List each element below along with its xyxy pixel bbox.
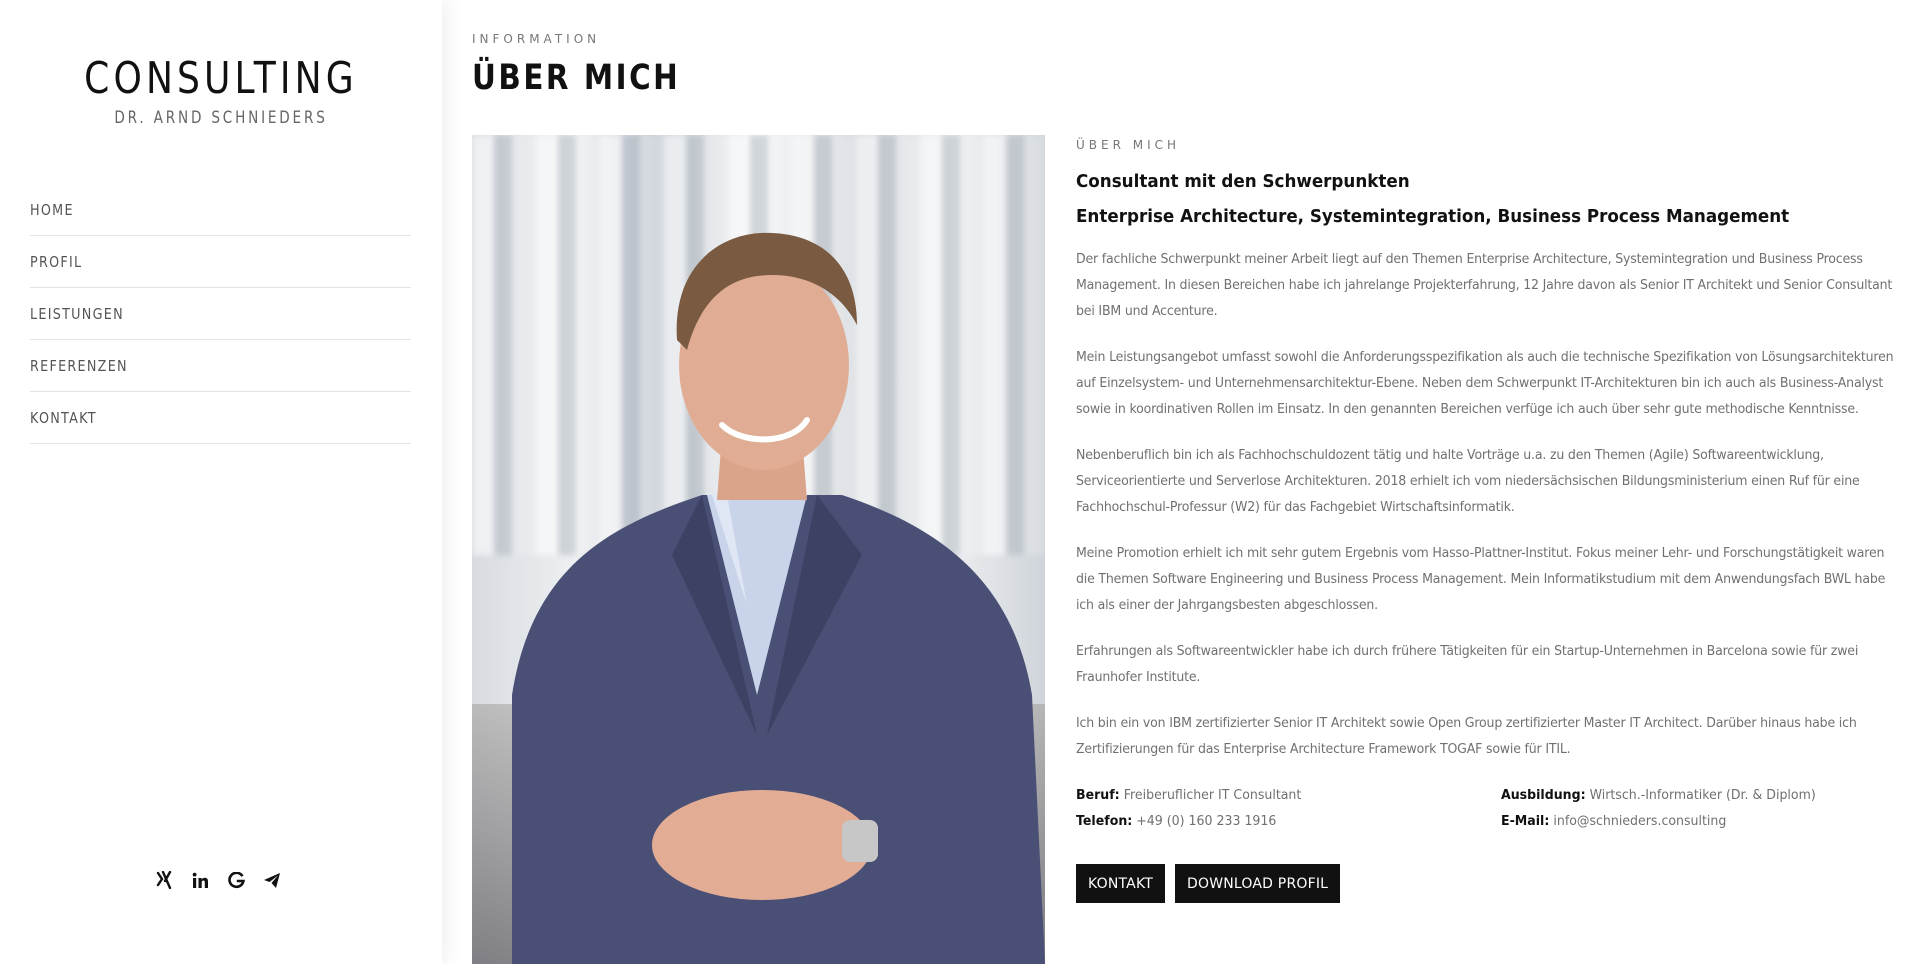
paragraph: Erfahrungen als Softwareentwickler habe …: [1076, 643, 1859, 685]
nav-item-referenzen[interactable]: REFERENZEN: [30, 340, 411, 392]
nav-item-home[interactable]: HOME: [30, 184, 411, 236]
headline-line-2: Enterprise Architecture, Systemintegrati…: [1076, 206, 1790, 227]
fact-beruf: Beruf: Freiberuflicher IT Consultant: [1076, 782, 1471, 808]
nav-item-kontakt[interactable]: KONTAKT: [30, 392, 411, 444]
main-nav: HOME PROFIL LEISTUNGEN REFERENZEN KONTAK…: [30, 184, 411, 444]
paragraph: Meine Promotion erhielt ich mit sehr gut…: [1076, 545, 1886, 613]
fact-value: Wirtsch.-Informatiker (Dr. & Diplom): [1589, 787, 1816, 803]
nav-item-label[interactable]: REFERENZEN: [30, 357, 128, 375]
paragraph: Mein Leistungsangebot umfasst sowohl die…: [1076, 349, 1894, 417]
linkedin-icon[interactable]: [190, 870, 210, 890]
nav-item-label[interactable]: HOME: [30, 201, 74, 219]
nav-item-profil[interactable]: PROFIL: [30, 236, 411, 288]
action-buttons: KONTAKT DOWNLOAD PROFIL: [1076, 864, 1896, 903]
about-paragraphs: Der fachliche Schwerpunkt meiner Arbeit …: [1076, 246, 1896, 762]
about-content: ÜBER MICH Consultant mit den Schwerpunkt…: [1076, 138, 1896, 903]
xing-icon[interactable]: [154, 870, 174, 890]
sidebar: CONSULTING DR. ARND SCHNIEDERS HOME PROF…: [0, 0, 442, 964]
kontakt-button[interactable]: KONTAKT: [1076, 864, 1165, 903]
about-eyebrow: ÜBER MICH: [1076, 138, 1181, 152]
paragraph: Der fachliche Schwerpunkt meiner Arbeit …: [1076, 251, 1893, 319]
paragraph: Nebenberuflich bin ich als Fachhochschul…: [1076, 447, 1860, 515]
google-icon[interactable]: [226, 870, 246, 890]
fact-label: E-Mail:: [1501, 813, 1550, 829]
logo-title: CONSULTING: [84, 53, 358, 104]
paragraph: Ich bin ein von IBM zertifizierter Senio…: [1076, 715, 1857, 757]
fact-value: Freiberuflicher IT Consultant: [1123, 787, 1302, 803]
fact-label: Beruf:: [1076, 787, 1120, 803]
social-links: [154, 870, 282, 890]
paper-plane-icon[interactable]: [262, 870, 282, 890]
logo-subtitle: DR. ARND SCHNIEDERS: [114, 108, 328, 128]
portrait-photo: [472, 135, 1045, 964]
download-profil-button[interactable]: DOWNLOAD PROFIL: [1175, 864, 1341, 903]
fact-email: E-Mail: info@schnieders.consulting: [1501, 808, 1892, 834]
headline-line-1: Consultant mit den Schwerpunkten: [1076, 171, 1410, 192]
fact-label: Telefon:: [1076, 813, 1133, 829]
profile-facts: Beruf: Freiberuflicher IT Consultant Aus…: [1076, 782, 1896, 834]
main-content: INFORMATION ÜBER MICH ÜBER MICH Consulta…: [472, 0, 1919, 964]
email-link[interactable]: info@schnieders.consulting: [1553, 813, 1726, 829]
nav-item-label[interactable]: KONTAKT: [30, 409, 97, 427]
fact-value[interactable]: +49 (0) 160 233 1916: [1136, 813, 1276, 829]
fact-label: Ausbildung:: [1501, 787, 1586, 803]
site-logo[interactable]: CONSULTING DR. ARND SCHNIEDERS: [0, 52, 442, 128]
fact-ausbildung: Ausbildung: Wirtsch.-Informatiker (Dr. &…: [1501, 782, 1892, 808]
nav-item-leistungen[interactable]: LEISTUNGEN: [30, 288, 411, 340]
portrait-figure: [512, 232, 1045, 964]
nav-item-label[interactable]: PROFIL: [30, 253, 82, 271]
nav-item-label[interactable]: LEISTUNGEN: [30, 305, 124, 323]
section-eyebrow: INFORMATION: [472, 32, 601, 46]
fact-telefon: Telefon: +49 (0) 160 233 1916: [1076, 808, 1471, 834]
page-title: ÜBER MICH: [472, 58, 681, 98]
